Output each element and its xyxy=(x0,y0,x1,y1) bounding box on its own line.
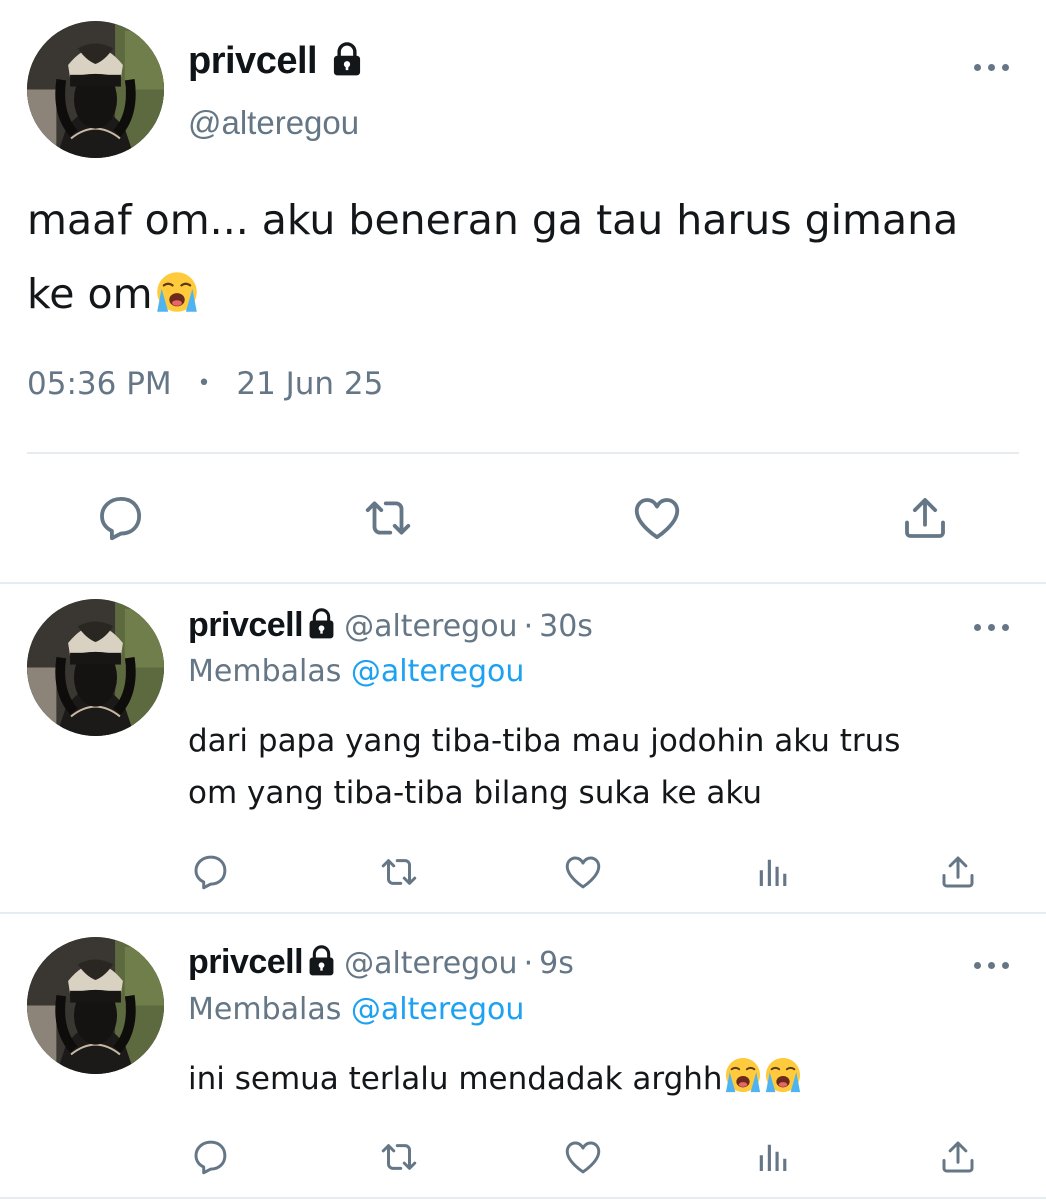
avatar[interactable] xyxy=(27,599,164,736)
reply-text-line: om yang tiba-tiba bilang suka ke aku xyxy=(188,775,763,811)
loudly-crying-face-icon xyxy=(155,270,199,314)
reply-header: privcell @alteregou · 9s xyxy=(188,943,574,982)
analytics-icon[interactable] xyxy=(751,1136,793,1178)
more-options-icon[interactable] xyxy=(974,61,1010,73)
replying-to-link[interactable]: @alteregou xyxy=(351,992,524,1027)
author-name-text[interactable]: privcell xyxy=(188,40,318,82)
replying-to-link[interactable]: @alteregou xyxy=(351,654,524,689)
author-name[interactable]: privcell xyxy=(188,606,304,644)
loudly-crying-face-icon xyxy=(764,1056,802,1094)
tweet-text-line: maaf om... aku beneran ga tau harus gima… xyxy=(27,196,959,244)
reply-text: ini semua terlalu mendadak arghh xyxy=(188,1053,1028,1105)
lock-icon xyxy=(307,945,336,976)
loudly-crying-face-icon xyxy=(724,1056,762,1094)
avatar[interactable] xyxy=(27,937,164,1074)
like-icon[interactable] xyxy=(630,491,684,545)
header-dot: · xyxy=(523,946,534,981)
reply-time: 30s xyxy=(539,609,593,644)
author-name[interactable]: privcell xyxy=(188,943,304,981)
share-icon[interactable] xyxy=(898,491,952,545)
replying-to: Membalas @alteregou xyxy=(188,992,524,1027)
reply-header: privcell @alteregou · 30s xyxy=(188,606,593,645)
author-handle[interactable]: @alteregou xyxy=(344,946,517,981)
reply-icon[interactable] xyxy=(93,491,147,545)
tweet-date: 21 Jun 25 xyxy=(236,366,384,402)
tweet-text-line: ke om xyxy=(27,257,1027,331)
author-handle[interactable]: @alteregou xyxy=(344,609,517,644)
author-name[interactable]: privcell xyxy=(188,40,363,83)
meta-separator: • xyxy=(197,371,211,396)
lock-icon xyxy=(307,608,336,639)
replying-to: Membalas @alteregou xyxy=(188,654,524,689)
reply-icon[interactable] xyxy=(189,851,231,893)
reply-text-line: dari papa yang tiba-tiba mau jodohin aku… xyxy=(188,723,901,759)
retweet-icon[interactable] xyxy=(361,491,415,545)
reply-time: 9s xyxy=(539,946,574,981)
reply-text-line: ini semua terlalu mendadak arghh xyxy=(188,1061,723,1097)
more-options-icon[interactable] xyxy=(974,959,1010,971)
retweet-icon[interactable] xyxy=(378,851,420,893)
divider xyxy=(0,1197,1046,1199)
retweet-icon[interactable] xyxy=(378,1136,420,1178)
avatar[interactable] xyxy=(27,21,164,158)
divider xyxy=(27,452,1019,454)
like-icon[interactable] xyxy=(562,1136,604,1178)
reply-text: dari papa yang tiba-tiba mau jodohin aku… xyxy=(188,715,1028,819)
tweet-timestamp[interactable]: 05:36 PM • 21 Jun 25 xyxy=(27,366,383,402)
share-icon[interactable] xyxy=(937,851,979,893)
header-dot: · xyxy=(523,609,534,644)
more-options-icon[interactable] xyxy=(974,621,1010,633)
replying-label: Membalas xyxy=(188,654,342,689)
tweet-text: maaf om... aku beneran ga tau harus gima… xyxy=(27,183,1027,331)
lock-icon xyxy=(331,42,363,76)
like-icon[interactable] xyxy=(562,851,604,893)
analytics-icon[interactable] xyxy=(751,851,793,893)
author-handle[interactable]: @alteregou xyxy=(188,104,359,142)
replying-label: Membalas xyxy=(188,992,342,1027)
share-icon[interactable] xyxy=(937,1136,979,1178)
divider xyxy=(0,912,1046,914)
reply-icon[interactable] xyxy=(189,1136,231,1178)
tweet-time: 05:36 PM xyxy=(27,366,172,402)
divider xyxy=(0,582,1046,584)
